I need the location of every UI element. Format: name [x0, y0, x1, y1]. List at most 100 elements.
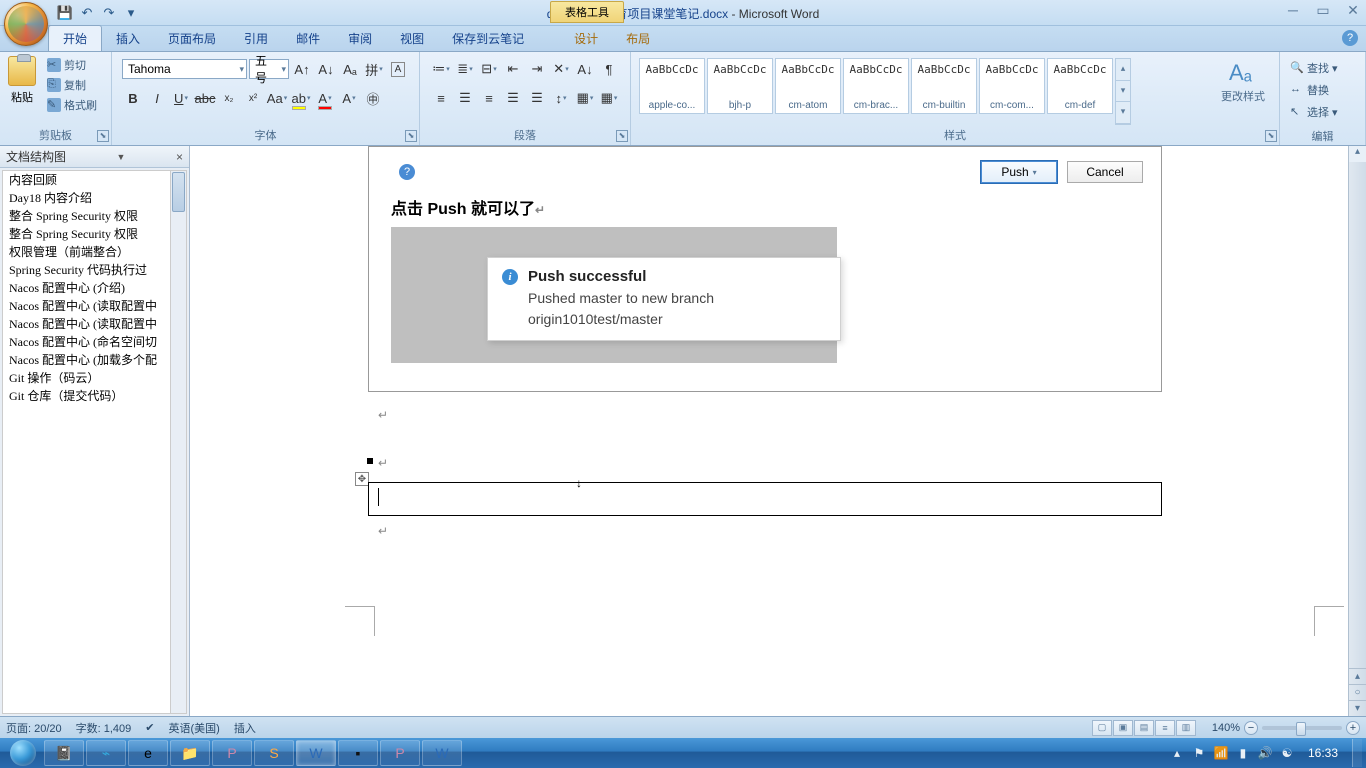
- qat-redo-icon[interactable]: ↷: [100, 4, 118, 22]
- nav-item[interactable]: Nacos 配置中心 (读取配置中: [3, 315, 186, 333]
- numbering-button[interactable]: ≣: [454, 58, 476, 80]
- nav-item[interactable]: 权限管理（前端整合）: [3, 243, 186, 261]
- status-page[interactable]: 页面: 20/20: [6, 720, 62, 736]
- select-button[interactable]: ↖选择 ▾: [1286, 102, 1342, 122]
- font-dialog-launcher[interactable]: ⬊: [405, 130, 417, 142]
- style-item[interactable]: AaBbCcDcbjh-p: [707, 58, 773, 114]
- format-painter-button[interactable]: ✎格式刷: [44, 96, 100, 114]
- clipboard-dialog-launcher[interactable]: ⬊: [97, 130, 109, 142]
- bold-button[interactable]: B: [122, 87, 144, 109]
- taskbar-app[interactable]: P: [212, 740, 252, 766]
- font-name-combo[interactable]: Tahoma: [122, 59, 247, 79]
- vertical-scrollbar[interactable]: ▴ ▴ ○ ▾: [1348, 146, 1366, 716]
- align-left-button[interactable]: ≡: [430, 87, 452, 109]
- superscript-button[interactable]: x²: [242, 87, 264, 109]
- nav-item[interactable]: Day18 内容介绍: [3, 189, 186, 207]
- increase-indent-button[interactable]: ⇥: [526, 58, 548, 80]
- tab-view[interactable]: 视图: [386, 26, 438, 51]
- zoom-in-button[interactable]: +: [1346, 721, 1360, 735]
- zoom-level[interactable]: 140%: [1212, 722, 1240, 734]
- nav-item[interactable]: Git 操作（码云）: [3, 369, 186, 387]
- char-shading-button[interactable]: A: [338, 87, 360, 109]
- sort-button[interactable]: A↓: [574, 58, 596, 80]
- qat-save-icon[interactable]: 💾: [56, 4, 74, 22]
- office-button[interactable]: [4, 2, 48, 46]
- view-outline[interactable]: ≡: [1155, 720, 1175, 736]
- tray-chevron-icon[interactable]: ▴: [1170, 746, 1184, 760]
- decrease-indent-button[interactable]: ⇤: [502, 58, 524, 80]
- distributed-button[interactable]: ☰: [526, 87, 548, 109]
- nav-item[interactable]: Git 仓库（提交代码）: [3, 387, 186, 405]
- multilevel-list-button[interactable]: ⊟: [478, 58, 500, 80]
- find-button[interactable]: 🔍查找 ▾: [1286, 58, 1342, 78]
- tab-references[interactable]: 引用: [230, 26, 282, 51]
- tab-insert[interactable]: 插入: [102, 26, 154, 51]
- shading-button[interactable]: ▦: [574, 87, 596, 109]
- minimize-button[interactable]: ─: [1284, 2, 1302, 18]
- close-button[interactable]: ✕: [1344, 2, 1362, 18]
- status-language[interactable]: 英语(美国): [169, 720, 220, 736]
- empty-table-cell[interactable]: [368, 482, 1162, 516]
- style-item[interactable]: AaBbCcDcapple-co...: [639, 58, 705, 114]
- push-button[interactable]: Push▾: [981, 161, 1057, 183]
- table-move-handle[interactable]: ✥: [355, 472, 369, 486]
- nav-item[interactable]: Spring Security 代码执行过: [3, 261, 186, 279]
- zoom-slider[interactable]: [1262, 726, 1342, 730]
- font-size-combo[interactable]: 五号: [249, 59, 289, 79]
- styles-dialog-launcher[interactable]: ⬊: [1265, 130, 1277, 142]
- document-area[interactable]: ? Push▾ Cancel 点击 Push 就可以了↵ iPush succe…: [190, 146, 1366, 716]
- view-print-layout[interactable]: ▢: [1092, 720, 1112, 736]
- taskbar-app[interactable]: 📁: [170, 740, 210, 766]
- taskbar-app[interactable]: S: [254, 740, 294, 766]
- taskbar-app[interactable]: e: [128, 740, 168, 766]
- tab-table-design[interactable]: 设计: [560, 26, 612, 51]
- align-right-button[interactable]: ≡: [478, 87, 500, 109]
- paste-button[interactable]: 粘贴: [4, 54, 40, 107]
- taskbar-app[interactable]: P: [380, 740, 420, 766]
- grow-font-button[interactable]: A↑: [291, 58, 313, 80]
- strikethrough-button[interactable]: abc: [194, 87, 216, 109]
- nav-item[interactable]: Nacos 配置中心 (命名空间切: [3, 333, 186, 351]
- clear-formatting-button[interactable]: Aₐ: [339, 58, 361, 80]
- borders-button[interactable]: ▦: [598, 87, 620, 109]
- copy-button[interactable]: ⎘复制: [44, 76, 100, 94]
- tab-review[interactable]: 审阅: [334, 26, 386, 51]
- paragraph-dialog-launcher[interactable]: ⬊: [616, 130, 628, 142]
- nav-item[interactable]: 整合 Spring Security 权限: [3, 225, 186, 243]
- status-spellcheck-icon[interactable]: ✔: [145, 721, 154, 734]
- qat-customize-icon[interactable]: ▾: [122, 4, 140, 22]
- nav-item[interactable]: 整合 Spring Security 权限: [3, 207, 186, 225]
- taskbar-word[interactable]: W: [296, 740, 336, 766]
- navpane-dropdown[interactable]: ▼: [117, 152, 126, 162]
- replace-button[interactable]: ↔替换: [1286, 80, 1333, 100]
- phonetic-guide-button[interactable]: 拼: [363, 58, 385, 80]
- view-web-layout[interactable]: ▤: [1134, 720, 1154, 736]
- tray-flag-icon[interactable]: ⚑: [1192, 746, 1206, 760]
- enclose-char-button[interactable]: ㊥: [362, 87, 384, 109]
- tab-home[interactable]: 开始: [48, 25, 102, 51]
- start-button[interactable]: [4, 739, 42, 767]
- justify-button[interactable]: ☰: [502, 87, 524, 109]
- tray-volume-icon[interactable]: 🔊: [1258, 746, 1272, 760]
- tab-cloud[interactable]: 保存到云笔记: [438, 26, 538, 51]
- underline-button[interactable]: U: [170, 87, 192, 109]
- navpane-close-button[interactable]: ×: [176, 150, 183, 164]
- char-border-button[interactable]: A: [387, 58, 409, 80]
- maximize-button[interactable]: ▭: [1314, 2, 1332, 18]
- tray-ime-icon[interactable]: ☯: [1280, 746, 1294, 760]
- view-full-screen[interactable]: ▣: [1113, 720, 1133, 736]
- tab-pagelayout[interactable]: 页面布局: [154, 26, 230, 51]
- browse-object-button[interactable]: ○: [1349, 684, 1366, 700]
- show-marks-button[interactable]: ¶: [598, 58, 620, 80]
- cut-button[interactable]: ✂剪切: [44, 56, 100, 74]
- styles-expand[interactable]: ▴▾▾: [1115, 58, 1131, 125]
- asian-layout-button[interactable]: ✕: [550, 58, 572, 80]
- tray-battery-icon[interactable]: ▮: [1236, 746, 1250, 760]
- cancel-button[interactable]: Cancel: [1067, 161, 1143, 183]
- line-spacing-button[interactable]: ↕: [550, 87, 572, 109]
- prev-page-button[interactable]: ▴: [1349, 668, 1366, 684]
- nav-item[interactable]: Nacos 配置中心 (介绍): [3, 279, 186, 297]
- shrink-font-button[interactable]: A↓: [315, 58, 337, 80]
- scroll-up-button[interactable]: ▴: [1349, 146, 1366, 162]
- style-item[interactable]: AaBbCcDccm-com...: [979, 58, 1045, 114]
